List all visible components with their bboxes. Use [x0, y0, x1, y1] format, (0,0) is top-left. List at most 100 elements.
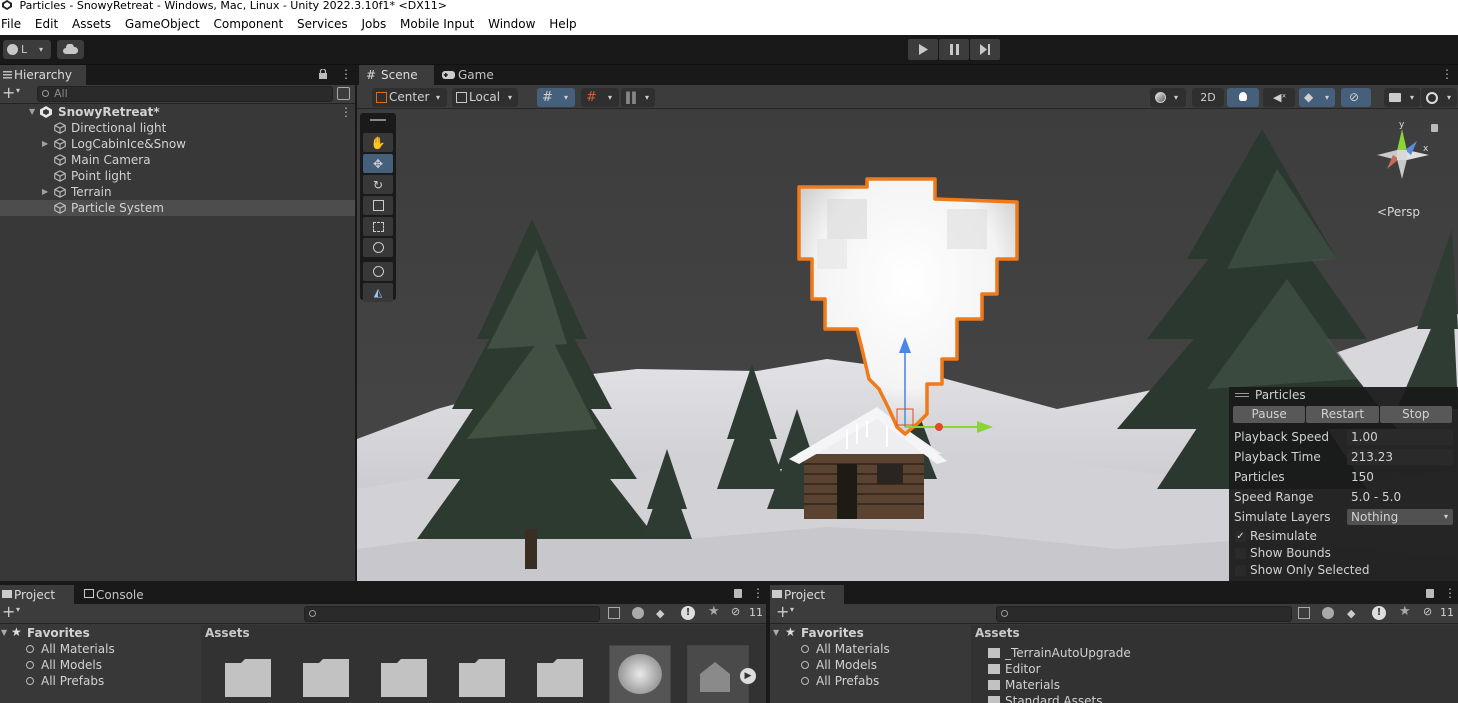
move-tool-button[interactable]: ✥	[363, 154, 393, 173]
alert-icon[interactable]: !	[1372, 606, 1386, 620]
create-plus-button[interactable]: +	[776, 602, 789, 621]
scene-root-row[interactable]: ▼ SnowyRetreat* ⋮	[0, 104, 355, 120]
step-button[interactable]	[970, 39, 1000, 60]
menu-gameobject[interactable]: GameObject	[120, 15, 205, 34]
chevron-down-icon[interactable]: ▾	[16, 605, 20, 614]
audio-toggle[interactable]: ◀ˣ	[1263, 88, 1295, 107]
tag-icon[interactable]: ◆	[1347, 607, 1355, 620]
smoke-material-thumbnail[interactable]	[609, 645, 671, 703]
chevron-down-icon[interactable]: ▾	[16, 86, 20, 95]
expand-arrow-icon[interactable]: ▼	[1, 625, 7, 641]
rotate-tool-button[interactable]: ↻	[363, 175, 393, 194]
transform-tool-button[interactable]	[363, 238, 393, 257]
scene-picker-icon[interactable]	[337, 87, 350, 100]
draw-mode-dropdown[interactable]: ▾	[1150, 88, 1186, 107]
lock-icon[interactable]	[1426, 589, 1434, 598]
folder-icon[interactable]	[457, 653, 507, 697]
drag-handle[interactable]	[370, 119, 386, 121]
menu-file[interactable]: File	[0, 15, 26, 34]
project-right-search-input[interactable]	[996, 606, 1292, 622]
menu-jobs[interactable]: Jobs	[356, 15, 391, 34]
hierarchy-search-input[interactable]: All	[37, 86, 333, 102]
menu-help[interactable]: Help	[544, 15, 581, 34]
kebab-menu-icon[interactable]: ⋮	[340, 104, 352, 120]
pivot-mode-dropdown[interactable]: Center ▾	[372, 88, 447, 107]
star-icon[interactable]: ★	[708, 604, 720, 619]
particles-stop-button[interactable]: Stop	[1379, 406, 1452, 423]
playback-speed-field[interactable]: 1.00	[1347, 429, 1453, 445]
hierarchy-item[interactable]: Point light	[0, 168, 355, 184]
menu-window[interactable]: Window	[483, 15, 540, 34]
tab-console[interactable]: Console	[82, 585, 158, 604]
effects-toggle[interactable]: ◆ ▾	[1299, 88, 1335, 107]
grid-snap-toggle[interactable]: # ▾	[537, 88, 575, 107]
hierarchy-item[interactable]: ▶ LogCabinIce&Snow	[0, 136, 355, 152]
tab-scene[interactable]: # Scene	[359, 65, 434, 85]
hierarchy-item[interactable]: Directional light	[0, 120, 355, 136]
play-button[interactable]	[908, 39, 938, 60]
scale-tool-button[interactable]	[363, 196, 393, 215]
kebab-menu-icon[interactable]: ⋮	[1441, 67, 1453, 81]
play-preview-icon[interactable]: ▶	[740, 668, 756, 684]
2d-toggle[interactable]: 2D	[1192, 88, 1224, 107]
gizmo-lock-icon[interactable]	[1431, 124, 1438, 132]
filter-by-label-icon[interactable]	[1322, 607, 1334, 619]
menu-assets[interactable]: Assets	[67, 15, 116, 34]
show-bounds-checkbox[interactable]: Show Bounds	[1234, 545, 1453, 562]
expand-arrow-icon[interactable]: ▼	[29, 104, 35, 120]
overlay-drag-handle[interactable]	[1235, 393, 1249, 397]
menu-services[interactable]: Services	[292, 15, 353, 34]
gizmos-dropdown[interactable]: ▾	[1421, 88, 1457, 107]
folder-icon[interactable]	[223, 653, 273, 697]
camera-settings-dropdown[interactable]: ▾	[1384, 88, 1420, 107]
folder-icon[interactable]	[535, 653, 585, 697]
tab-hierarchy[interactable]: Hierarchy	[0, 65, 86, 85]
resimulate-checkbox[interactable]: ✓ Resimulate	[1234, 528, 1453, 545]
shape-tool-button[interactable]: ◭	[363, 283, 393, 302]
expand-arrow-icon[interactable]: ▼	[773, 625, 779, 641]
project-left-search-input[interactable]	[304, 606, 600, 622]
expand-arrow-icon[interactable]: ▶	[42, 184, 48, 200]
kebab-menu-icon[interactable]: ⋮	[752, 586, 764, 600]
show-only-selected-checkbox[interactable]: Show Only Selected	[1234, 562, 1453, 579]
persp-label[interactable]: <Persp	[1377, 205, 1420, 219]
cloud-button[interactable]	[57, 40, 84, 59]
hidden-packages-icon[interactable]: ⊘	[731, 605, 740, 618]
simulate-layers-dropdown[interactable]: Nothing ▾	[1347, 509, 1453, 525]
playback-time-field[interactable]: 213.23	[1347, 449, 1453, 465]
particles-restart-button[interactable]: Restart	[1306, 406, 1379, 423]
filter-by-label-icon[interactable]	[632, 607, 644, 619]
ruler-toggle[interactable]: ‖‖ ▾	[621, 88, 655, 107]
orientation-gizmo[interactable]: y x	[1369, 121, 1435, 191]
lock-icon[interactable]	[319, 68, 327, 79]
custom-tool-button[interactable]	[363, 262, 393, 281]
create-plus-button[interactable]: +	[2, 83, 15, 102]
menu-mobile-input[interactable]: Mobile Input	[395, 15, 479, 34]
menu-component[interactable]: Component	[209, 15, 289, 34]
rect-tool-button[interactable]	[363, 217, 393, 236]
hidden-packages-icon[interactable]: ⊘	[1423, 605, 1432, 618]
search-by-type-icon[interactable]	[608, 607, 620, 619]
folder-icon[interactable]	[301, 653, 351, 697]
particles-pause-button[interactable]: Pause	[1233, 406, 1306, 423]
prefab-thumbnail[interactable]: ▶	[687, 645, 756, 703]
kebab-menu-icon[interactable]: ⋮	[1444, 586, 1456, 600]
lock-icon[interactable]	[734, 589, 742, 598]
account-button[interactable]: L ▾	[3, 40, 51, 59]
hierarchy-item[interactable]: Particle System	[0, 200, 355, 216]
space-mode-dropdown[interactable]: Local ▾	[452, 88, 518, 107]
tab-game[interactable]: Game	[440, 65, 500, 85]
alert-icon[interactable]: !	[681, 606, 695, 620]
increment-snap-toggle[interactable]: # ▾	[581, 88, 619, 107]
hidden-objects-toggle[interactable]: ⊘	[1341, 88, 1371, 107]
create-plus-button[interactable]: +	[2, 602, 15, 621]
tag-icon[interactable]: ◆	[656, 607, 664, 620]
hand-tool-button[interactable]: ✋	[363, 133, 393, 152]
pause-button[interactable]	[939, 39, 969, 60]
hierarchy-item[interactable]: Main Camera	[0, 152, 355, 168]
folder-icon[interactable]	[379, 653, 429, 697]
kebab-menu-icon[interactable]: ⋮	[340, 67, 352, 81]
hierarchy-item[interactable]: ▶ Terrain	[0, 184, 355, 200]
star-icon[interactable]: ★	[1399, 604, 1411, 619]
chevron-down-icon[interactable]: ▾	[790, 605, 794, 614]
